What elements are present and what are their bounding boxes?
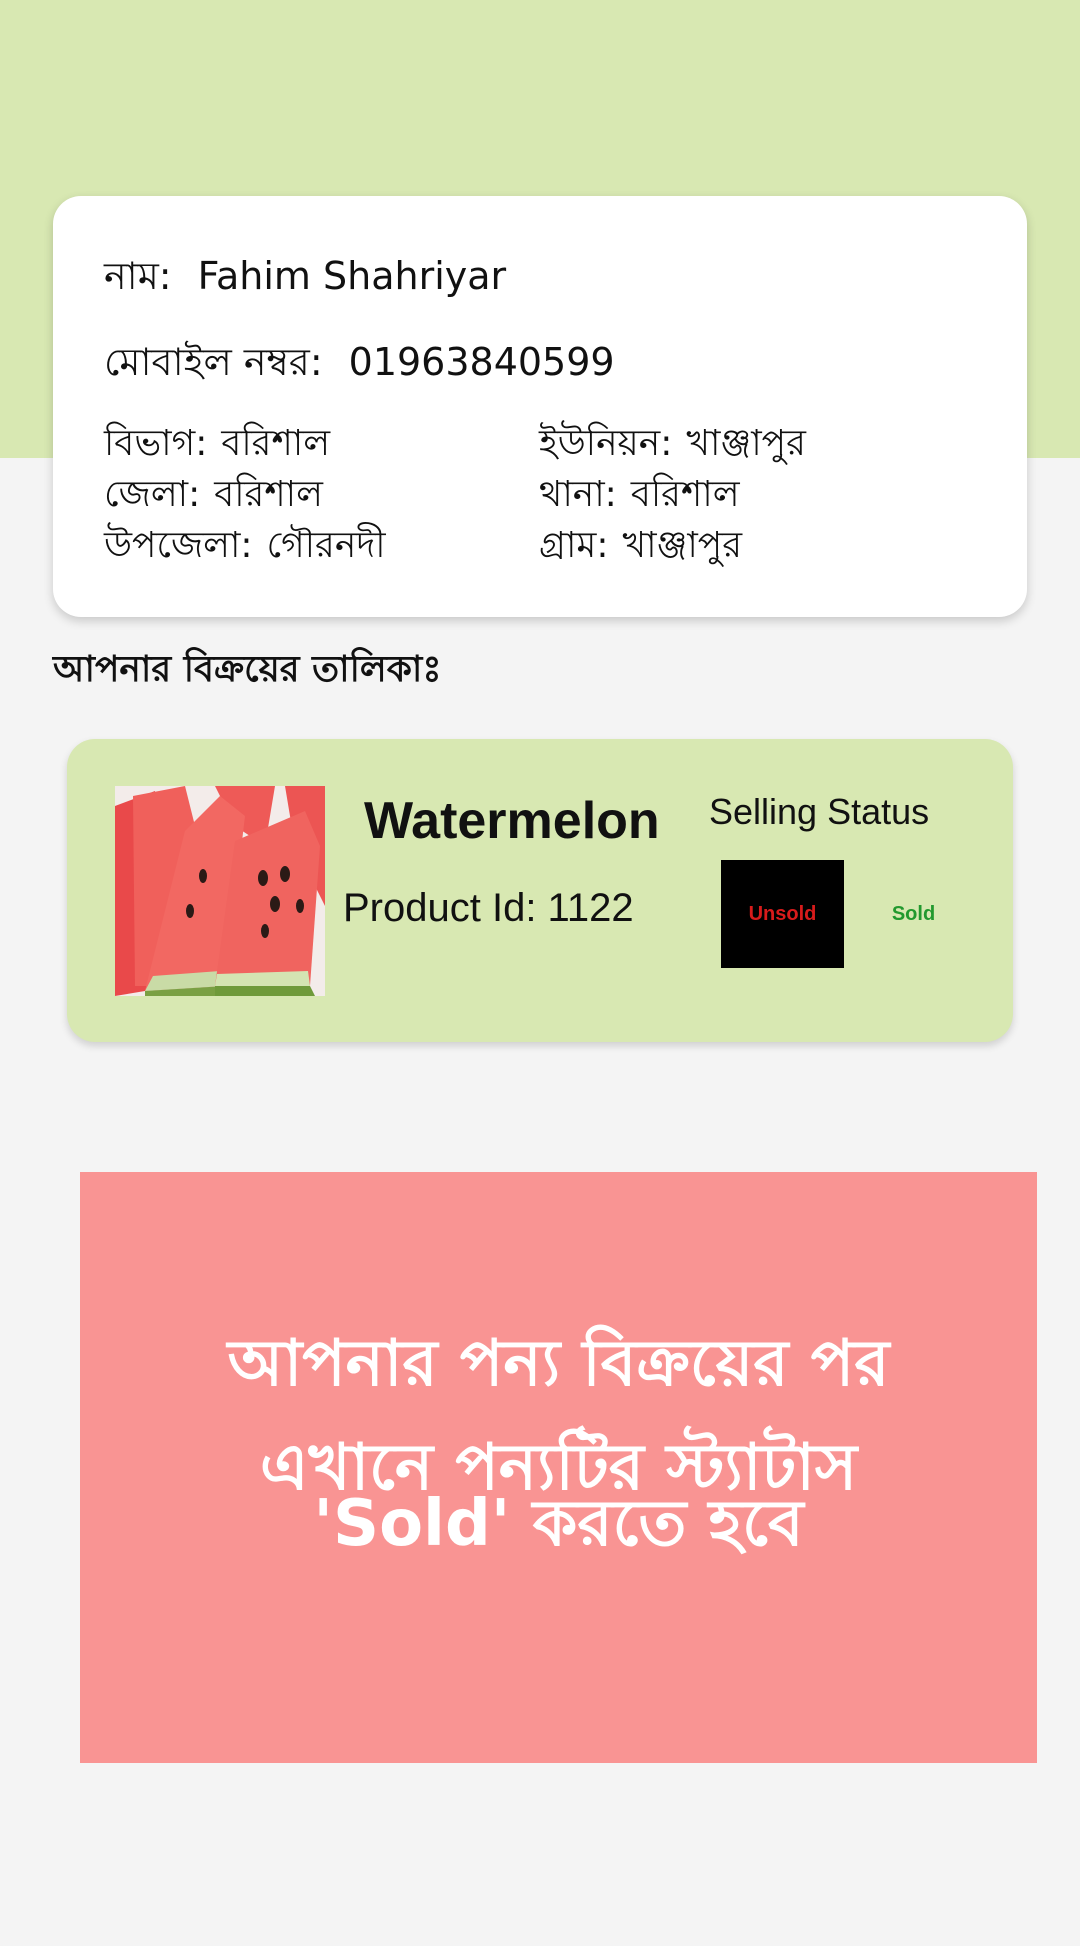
village-value: খাঞ্জাপুর bbox=[622, 525, 743, 566]
product-card[interactable]: Watermelon Product Id: 1122 Selling Stat… bbox=[67, 739, 1013, 1042]
name-value: Fahim Shahriyar bbox=[197, 254, 507, 298]
district-field: জেলা: বরিশাল bbox=[104, 469, 539, 520]
upazila-field: উপজেলা: গৌরনদী bbox=[104, 520, 539, 571]
watermelon-photo-icon bbox=[115, 786, 325, 996]
instruction-banner: আপনার পন্য বিক্রয়ের পর এখানে পন্যটির স্… bbox=[80, 1172, 1037, 1763]
sold-button-label: Sold bbox=[891, 902, 936, 925]
instruction-line-3: 'Sold' করতে হবে bbox=[313, 1487, 804, 1561]
mobile-label: মোবাইল নম্বর: bbox=[104, 340, 323, 384]
location-grid: বিভাগ: বরিশাল ইউনিয়ন: খাঞ্জাপুর জেলা: বরিশ… bbox=[104, 418, 984, 571]
division-label: বিভাগ: bbox=[104, 423, 208, 464]
village-field: গ্রাম: খাঞ্জাপুর bbox=[539, 520, 984, 571]
sold-button[interactable]: Sold bbox=[852, 860, 975, 968]
unsold-button[interactable]: Unsold bbox=[721, 860, 844, 968]
mobile-row: মোবাইল নম্বর: 01963840599 bbox=[104, 339, 615, 385]
name-row: নাম: Fahim Shahriyar bbox=[104, 253, 506, 299]
upazila-value: গৌরনদী bbox=[266, 525, 386, 566]
upazila-label: উপজেলা: bbox=[104, 525, 253, 566]
name-label: নাম: bbox=[104, 254, 172, 298]
instruction-line-1: আপনার পন্য বিক্রয়ের পর bbox=[227, 1327, 890, 1401]
district-label: জেলা: bbox=[104, 474, 201, 515]
district-value: বরিশাল bbox=[214, 474, 323, 515]
division-value: বরিশাল bbox=[221, 423, 331, 464]
product-id: Product Id: 1122 bbox=[343, 886, 634, 930]
sales-list-heading: আপনার বিক্রয়ের তালিকাঃ bbox=[53, 649, 442, 690]
unsold-button-label: Unsold bbox=[748, 902, 817, 925]
product-name: Watermelon bbox=[364, 792, 660, 850]
profile-card: নাম: Fahim Shahriyar মোবাইল নম্বর: 0196384… bbox=[53, 196, 1027, 617]
union-value: খাঞ্জাপুর bbox=[686, 423, 806, 464]
selling-status-label: Selling Status bbox=[709, 791, 930, 832]
thana-value: বরিশাল bbox=[630, 474, 740, 515]
union-label: ইউনিয়ন: bbox=[539, 423, 673, 464]
village-label: গ্রাম: bbox=[539, 525, 609, 566]
thana-field: থানা: বরিশাল bbox=[539, 469, 984, 520]
union-field: ইউনিয়ন: খাঞ্জাপুর bbox=[539, 418, 984, 469]
instruction-text: আপনার পন্য বিক্রয়ের পর এখানে পন্যটির স্… bbox=[80, 1312, 1037, 1576]
watermelon-image bbox=[115, 786, 325, 996]
mobile-value: 01963840599 bbox=[348, 340, 615, 384]
division-field: বিভাগ: বরিশাল bbox=[104, 418, 539, 469]
thana-label: থানা: bbox=[539, 474, 617, 515]
